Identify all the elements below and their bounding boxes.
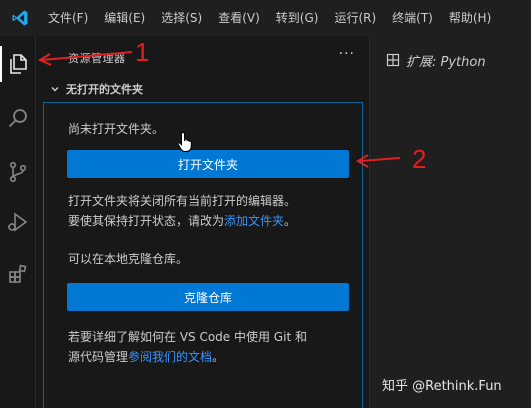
chevron-down-icon — [50, 84, 60, 94]
learn-more-text-line2: 源代码管理参阅我们的文档。 — [68, 347, 224, 367]
menu-terminal[interactable]: 终端(T) — [384, 0, 441, 36]
menu-run[interactable]: 运行(R) — [326, 0, 384, 36]
sidebar-title: 资源管理器 — [68, 52, 126, 65]
explorer-sidebar: 资源管理器 ··· 无打开的文件夹 尚未打开文件夹。 打开文件夹 打开文件夹将关… — [36, 36, 370, 408]
menu-file[interactable]: 文件(F) — [40, 0, 96, 36]
menu-go[interactable]: 转到(G) — [268, 0, 327, 36]
keep-open-text: 要使其保持打开状态，请改为添加文件夹。 — [68, 211, 296, 231]
learn-more-prefix: 源代码管理 — [68, 350, 129, 364]
open-folder-button[interactable]: 打开文件夹 — [67, 150, 349, 178]
source-control-icon — [9, 161, 27, 183]
menubar: 文件(F) 编辑(E) 选择(S) 查看(V) 转到(G) 运行(R) 终端(T… — [0, 0, 531, 36]
activity-source-control[interactable] — [0, 150, 36, 194]
clone-repository-button[interactable]: 克隆仓库 — [67, 283, 349, 311]
menu-selection[interactable]: 选择(S) — [153, 0, 210, 36]
search-icon — [8, 109, 27, 128]
annotation-label-2: 2 — [412, 144, 427, 174]
extensions-icon — [9, 264, 27, 283]
section-title: 无打开的文件夹 — [66, 83, 143, 96]
no-folder-text: 尚未打开文件夹。 — [68, 122, 165, 136]
clone-local-text: 可以在本地克隆仓库。 — [68, 252, 189, 266]
annotation-label-1: 1 — [135, 37, 150, 67]
tab-extension-python[interactable]: 扩展: Python — [370, 44, 520, 76]
activity-search[interactable] — [0, 96, 36, 140]
activity-bar — [0, 36, 36, 408]
keep-open-prefix: 要使其保持打开状态，请改为 — [68, 214, 225, 228]
tab-label: 扩展: Python — [406, 54, 486, 70]
extensions-tab-icon — [386, 53, 400, 67]
menu-view[interactable]: 查看(V) — [210, 0, 268, 36]
welcome-view: 尚未打开文件夹。 打开文件夹 打开文件夹将关闭所有当前打开的编辑器。 要使其保持… — [43, 102, 363, 408]
activity-extensions[interactable] — [0, 252, 36, 296]
menu-edit[interactable]: 编辑(E) — [96, 0, 153, 36]
docs-link[interactable]: 参阅我们的文档 — [128, 350, 212, 364]
explorer-icon — [10, 54, 27, 74]
learn-more-suffix: 。 — [212, 350, 225, 364]
menu-help[interactable]: 帮助(H) — [441, 0, 499, 36]
more-actions-button[interactable]: ··· — [339, 46, 355, 62]
section-header-no-folder[interactable]: 无打开的文件夹 — [36, 78, 370, 100]
close-editors-text: 打开文件夹将关闭所有当前打开的编辑器。 — [68, 194, 297, 208]
add-folder-link[interactable]: 添加文件夹 — [224, 214, 284, 228]
watermark: 知乎 @Rethink.Fun — [382, 379, 502, 394]
activity-explorer[interactable] — [0, 42, 36, 86]
run-debug-icon — [8, 212, 28, 232]
keep-open-suffix: 。 — [284, 214, 297, 228]
activity-run-debug[interactable] — [0, 200, 36, 244]
learn-more-text-line1: 若要详细了解如何在 VS Code 中使用 Git 和 — [68, 330, 307, 344]
hand-cursor-icon — [177, 131, 195, 157]
vscode-logo-icon[interactable] — [0, 0, 40, 36]
editor-area: 扩展: Python — [370, 36, 531, 408]
